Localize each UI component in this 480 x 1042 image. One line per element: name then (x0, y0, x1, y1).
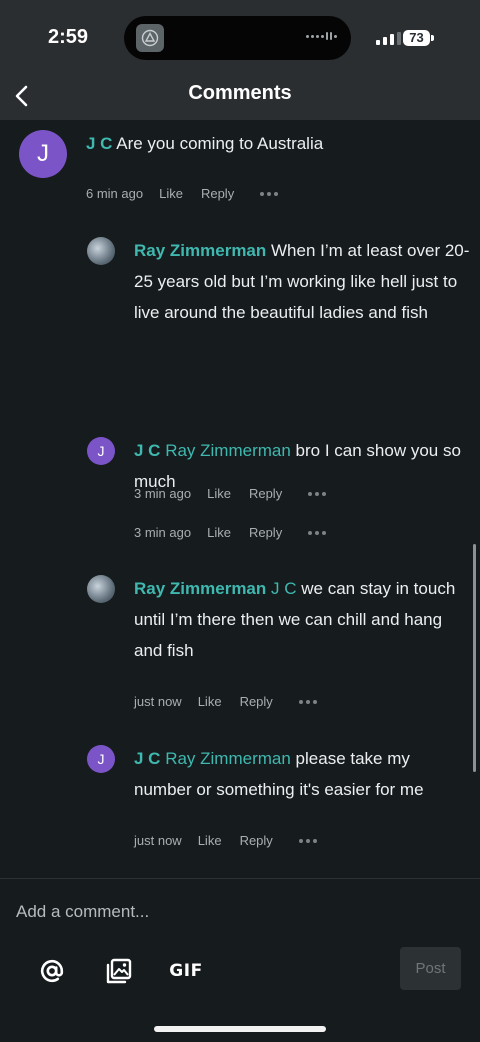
image-button[interactable] (103, 955, 135, 987)
comment-text: Ray Zimmerman J C we can stay in touch u… (134, 573, 470, 666)
reply-button[interactable]: Reply (201, 186, 234, 201)
avatar[interactable]: J (19, 130, 67, 178)
comment-author[interactable]: J C (86, 134, 112, 153)
battery-tip (431, 35, 434, 41)
triangle-icon (141, 29, 159, 47)
page-title: Comments (188, 82, 292, 104)
activity-indicator (306, 32, 337, 40)
more-options-icon[interactable] (260, 191, 279, 196)
like-button[interactable]: Like (198, 694, 222, 709)
like-button[interactable]: Like (198, 833, 222, 848)
status-time: 2:59 (48, 26, 89, 48)
like-button[interactable]: Like (159, 186, 183, 201)
comment: Ray Zimmerman When I’m at least over 20-… (0, 220, 480, 501)
comment-author[interactable]: Ray Zimmerman (134, 579, 266, 598)
comment-text: J C Ray Zimmerman please take my number … (134, 743, 470, 805)
comment-time: 3 min ago (134, 525, 192, 540)
comment: J J C Are you coming to Australia 6 min … (0, 120, 480, 220)
comment: J J C Ray Zimmerman please take my numbe… (0, 728, 480, 868)
signal-icon (376, 32, 401, 45)
reply-button[interactable]: Reply (240, 833, 273, 848)
comment-meta: just now Like Reply (134, 694, 317, 709)
post-button[interactable]: Post (400, 947, 461, 990)
at-sign-icon (40, 959, 64, 983)
dynamic-island (124, 16, 351, 60)
avatar[interactable] (87, 237, 115, 265)
screen: 2:59 73 Comments J J C Are you coming to… (0, 0, 480, 1042)
comment: Ray Zimmerman J C we can stay in touch u… (0, 558, 480, 728)
comment-input[interactable] (16, 899, 456, 925)
status-bar: 2:59 73 (0, 0, 480, 72)
scrollbar[interactable] (473, 544, 476, 772)
comment-meta: 6 min ago Like Reply (86, 186, 279, 201)
avatar[interactable]: J (87, 437, 115, 465)
more-options-icon[interactable] (298, 699, 317, 704)
reply-button[interactable]: Reply (240, 694, 273, 709)
comment-author[interactable]: J C (134, 749, 160, 768)
gif-button[interactable]: GIF (168, 955, 204, 987)
home-indicator (154, 1026, 326, 1032)
comment-time: just now (134, 833, 182, 848)
comment-text: J C Ray Zimmerman bro I can show you so … (134, 435, 470, 497)
avatar[interactable] (87, 575, 115, 603)
comment-mention[interactable]: J C (266, 579, 297, 598)
comment-author[interactable]: Ray Zimmerman (134, 241, 266, 260)
comment-author[interactable]: J C (134, 441, 160, 460)
avatar[interactable]: J (87, 745, 115, 773)
comment-time: 6 min ago (86, 186, 144, 201)
header: Comments (0, 72, 480, 120)
image-icon (106, 958, 132, 984)
comment-meta: just now Like Reply (134, 833, 317, 848)
comment-composer: GIF Post (0, 878, 480, 1042)
comment-text: J C Are you coming to Australia (86, 128, 466, 159)
like-button[interactable]: Like (207, 525, 231, 540)
more-options-icon[interactable] (298, 838, 317, 843)
comment-meta: 3 min ago Like Reply (134, 525, 327, 540)
comment-body: Are you coming to Australia (112, 134, 324, 153)
comment-mention[interactable]: Ray Zimmerman (160, 749, 291, 768)
mention-button[interactable] (36, 955, 68, 987)
comment-text: Ray Zimmerman When I’m at least over 20-… (134, 235, 470, 328)
battery-icon: 73 (403, 30, 430, 46)
comment-list: J J C Are you coming to Australia 6 min … (0, 120, 480, 878)
comment-mention[interactable]: Ray Zimmerman (160, 441, 291, 460)
comment-time: just now (134, 694, 182, 709)
app-icon (136, 24, 164, 52)
more-options-icon[interactable] (308, 530, 327, 535)
reply-button[interactable]: Reply (249, 525, 282, 540)
gif-label: GIF (169, 961, 203, 981)
comment: J J C Ray Zimmerman bro I can show you s… (0, 420, 480, 550)
